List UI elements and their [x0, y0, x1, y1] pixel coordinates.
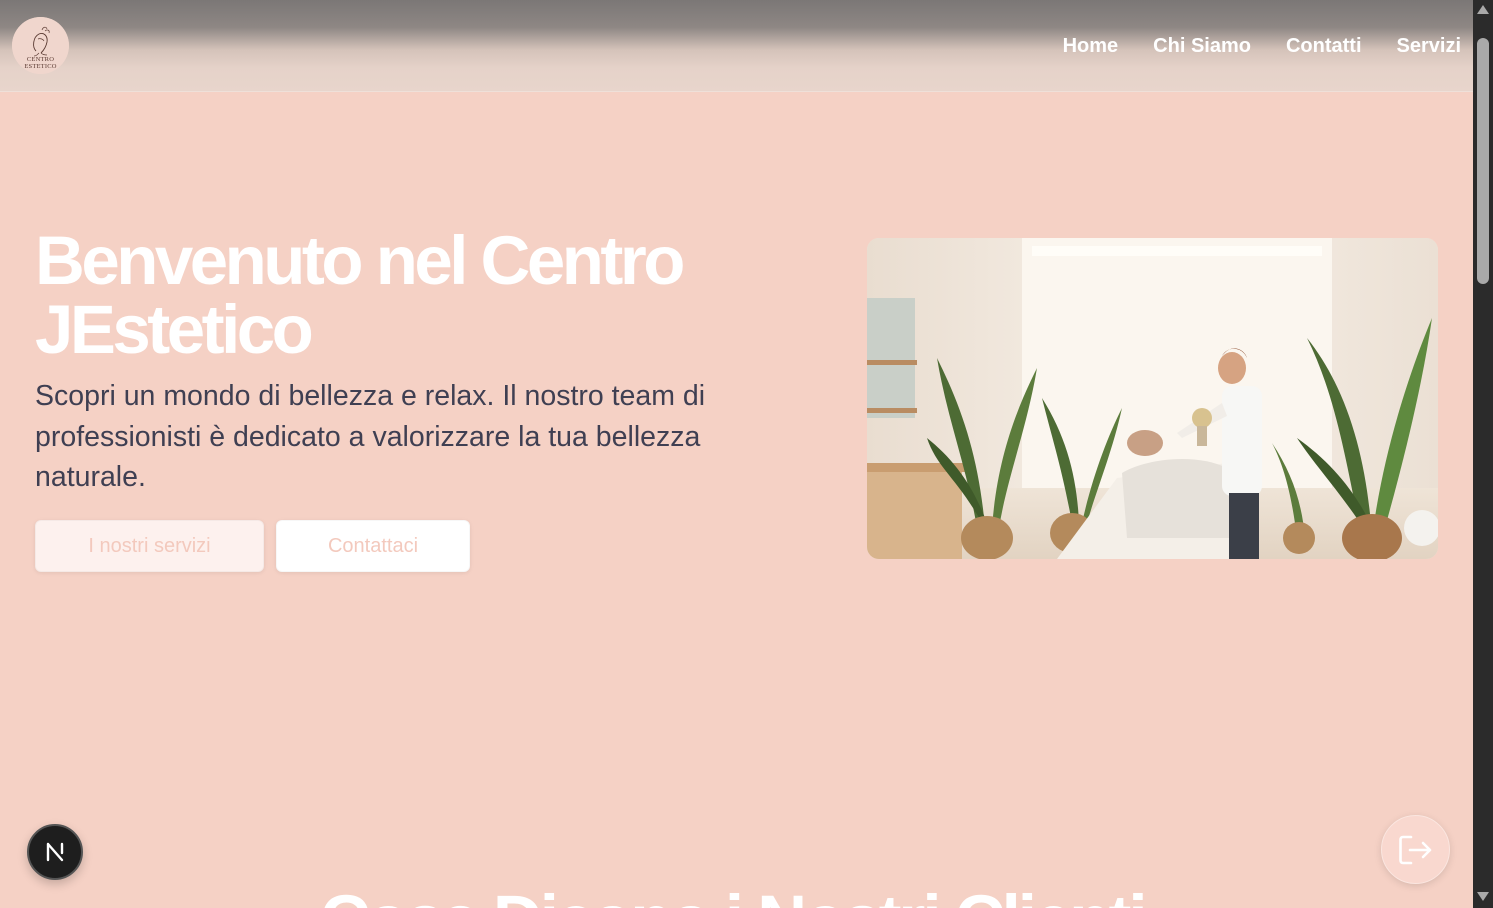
- logo-line-2: ESTETICO: [24, 63, 57, 70]
- hero-description: Scopri un mondo di bellezza e relax. Il …: [35, 380, 706, 493]
- section-heading: Cosa Dicono i Nostri Clienti: [320, 885, 1220, 908]
- site-header: CENTRO ESTETICO Home Chi Siamo Contatti …: [0, 0, 1473, 92]
- scrollbar-thumb[interactable]: [1477, 38, 1489, 284]
- contact-button[interactable]: Contattaci: [276, 520, 470, 572]
- logout-button[interactable]: [1381, 815, 1450, 884]
- logo-line-1: CENTRO: [26, 56, 55, 63]
- hero-title: Benvenuto nel Centro JEstetico: [35, 222, 685, 368]
- nav-home[interactable]: Home: [1063, 34, 1119, 58]
- services-button[interactable]: I nostri servizi: [35, 520, 264, 572]
- nav-contatti[interactable]: Contatti: [1286, 34, 1362, 58]
- nextjs-logo-icon: [46, 842, 64, 862]
- nav-chi-siamo[interactable]: Chi Siamo: [1153, 34, 1251, 58]
- scroll-up-arrow-icon[interactable]: [1477, 5, 1489, 14]
- main-nav: Home Chi Siamo Contatti Servizi: [1028, 34, 1461, 58]
- logo[interactable]: CENTRO ESTETICO: [12, 17, 69, 74]
- spa-treatment-photo-icon: [867, 238, 1438, 559]
- page-scrollbar[interactable]: [1473, 0, 1493, 908]
- scroll-down-arrow-icon[interactable]: [1477, 892, 1489, 901]
- logout-icon: [1398, 835, 1431, 864]
- nav-servizi[interactable]: Servizi: [1397, 34, 1461, 58]
- nextjs-badge-button[interactable]: [27, 824, 83, 880]
- hero-image: [867, 238, 1438, 559]
